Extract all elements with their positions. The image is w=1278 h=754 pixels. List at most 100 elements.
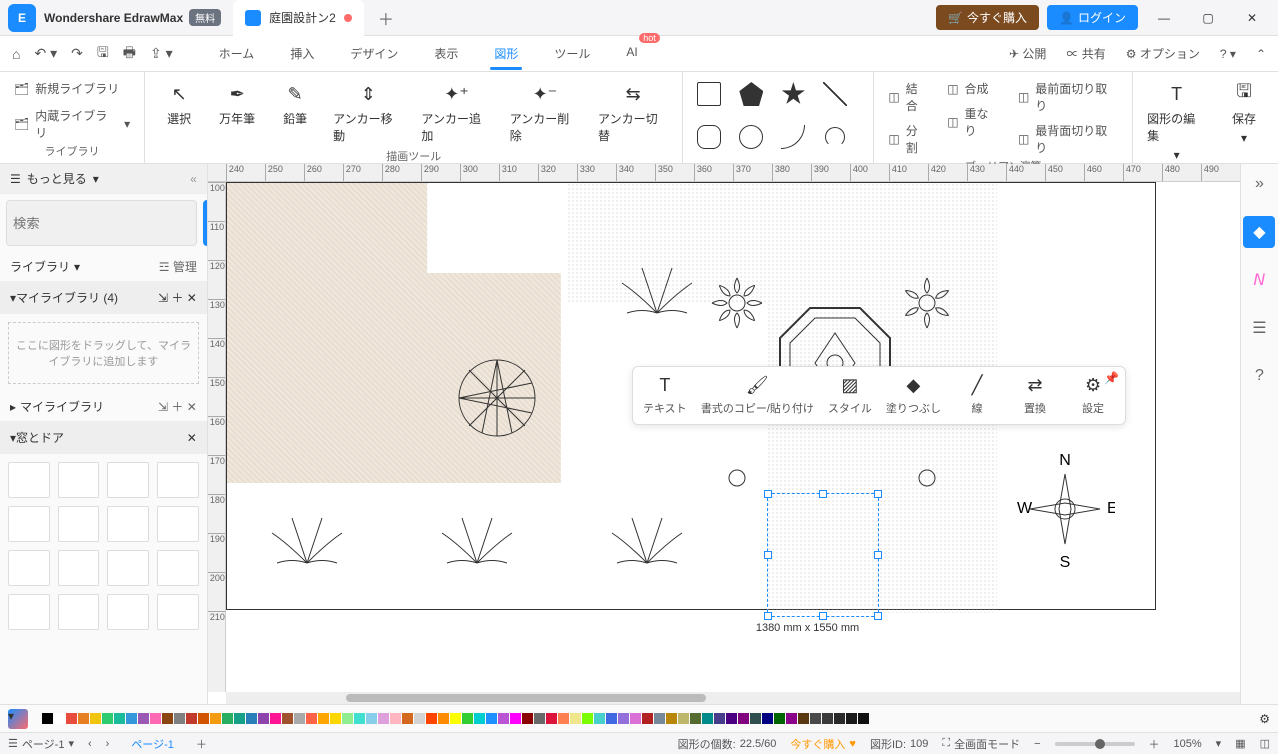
ft-fill-button[interactable]: ◆塗りつぶし	[886, 375, 941, 416]
shape-item[interactable]	[58, 550, 100, 586]
color-swatch[interactable]	[246, 713, 257, 724]
undo-icon[interactable]: ↶ ▾	[34, 45, 57, 62]
zoom-in-icon[interactable]: ＋	[1149, 736, 1160, 752]
palm-shape[interactable]	[617, 263, 697, 333]
fullscreen-button[interactable]: ⛶ 全画面モード	[942, 736, 1020, 752]
share-button[interactable]: ∝ 共有	[1066, 45, 1105, 62]
color-swatch[interactable]	[126, 713, 137, 724]
color-swatch[interactable]	[654, 713, 665, 724]
color-swatch[interactable]	[234, 713, 245, 724]
arc-tool-icon[interactable]	[781, 125, 805, 149]
flower-shape[interactable]	[897, 273, 957, 333]
shape-item[interactable]	[8, 506, 50, 542]
options-button[interactable]: ⚙ オプション	[1126, 45, 1200, 62]
color-swatch[interactable]	[450, 713, 461, 724]
color-swatch[interactable]	[102, 713, 113, 724]
color-swatch[interactable]	[294, 713, 305, 724]
pen-tool[interactable]: ✒万年筆	[213, 78, 261, 131]
anchor-move-tool[interactable]: ⇕アンカー移動	[329, 78, 407, 148]
palm-shape[interactable]	[607, 513, 687, 583]
color-swatch[interactable]	[162, 713, 173, 724]
color-swatch[interactable]	[582, 713, 593, 724]
library-row[interactable]: ライブラリ ▾ ☲ 管理	[0, 252, 207, 281]
minimize-button[interactable]: —	[1146, 4, 1182, 32]
add-page-icon[interactable]: ＋	[196, 736, 207, 752]
shape-item[interactable]	[157, 462, 199, 498]
color-swatch[interactable]	[846, 713, 857, 724]
rect-tool-icon[interactable]	[697, 82, 721, 106]
color-swatch[interactable]	[210, 713, 221, 724]
maximize-button[interactable]: ▢	[1190, 4, 1226, 32]
compass-shape[interactable]: NESW	[1015, 449, 1115, 569]
pentagon-tool-icon[interactable]	[739, 82, 763, 106]
line-tool-icon[interactable]	[823, 82, 847, 106]
help-panel-icon[interactable]: ?	[1243, 360, 1275, 392]
color-swatch[interactable]	[546, 713, 557, 724]
resize-handle[interactable]	[819, 490, 827, 498]
union-button[interactable]: ◫ 結合	[884, 78, 933, 116]
overlap-button[interactable]: ◫ 重なり	[943, 103, 1004, 141]
canvas[interactable]: NESW 1380 mm x 1550 mm	[226, 182, 1240, 692]
flower-shape[interactable]	[707, 273, 767, 333]
tab-insert[interactable]: 挿入	[286, 39, 318, 68]
layout-icon-2[interactable]: ◫	[1260, 737, 1270, 750]
shape-item[interactable]	[157, 550, 199, 586]
shape-item[interactable]	[107, 550, 149, 586]
color-swatch[interactable]	[810, 713, 821, 724]
color-swatch[interactable]	[378, 713, 389, 724]
resize-handle[interactable]	[874, 490, 882, 498]
color-swatch[interactable]	[354, 713, 365, 724]
color-swatch[interactable]	[498, 713, 509, 724]
resize-handle[interactable]	[874, 612, 882, 620]
layout-icon[interactable]: ▦	[1235, 737, 1245, 750]
color-swatch[interactable]	[114, 713, 125, 724]
anchor-delete-tool[interactable]: ✦⁻アンカー削除	[506, 78, 584, 148]
tab-design[interactable]: デザイン	[346, 39, 402, 68]
color-swatch[interactable]	[414, 713, 425, 724]
tab-view[interactable]: 表示	[430, 39, 462, 68]
sidebar-more-button[interactable]: ☰ もっと見る ▾ «	[0, 164, 207, 194]
mylib-section[interactable]: ▾ マイライブラリ (4)⇲ ＋ ✕	[0, 281, 207, 314]
flower-shape[interactable]	[897, 448, 957, 508]
color-swatch[interactable]	[66, 713, 77, 724]
ft-style-button[interactable]: ▨スタイル	[828, 375, 872, 416]
ai-panel-icon[interactable]: 𝘕	[1243, 264, 1275, 296]
star-tool-icon[interactable]	[781, 82, 805, 106]
color-swatch[interactable]	[486, 713, 497, 724]
zoom-slider[interactable]	[1055, 742, 1135, 746]
buy-now-link[interactable]: 今すぐ購入 ♥	[790, 736, 856, 752]
page-panel-icon[interactable]: ☰	[1243, 312, 1275, 344]
color-swatch[interactable]	[558, 713, 569, 724]
color-swatch[interactable]	[342, 713, 353, 724]
redo-icon[interactable]: ↷	[71, 45, 83, 62]
embedded-library-button[interactable]: 🗂 内蔵ライブラリ ▾	[10, 105, 134, 143]
roundrect-tool-icon[interactable]	[697, 125, 721, 149]
color-swatch[interactable]	[150, 713, 161, 724]
cut-front-button[interactable]: ◫ 最前面切り取り	[1014, 78, 1122, 116]
color-swatch[interactable]	[258, 713, 269, 724]
selection-box[interactable]	[767, 493, 879, 617]
export-icon[interactable]: ⇪ ▾	[150, 45, 173, 62]
shape-item[interactable]	[8, 462, 50, 498]
color-swatch[interactable]	[90, 713, 101, 724]
color-swatch[interactable]	[762, 713, 773, 724]
page-selector[interactable]: ☰ ページ-1 ▾	[8, 736, 74, 752]
resize-handle[interactable]	[764, 612, 772, 620]
tab-tool[interactable]: ツール	[550, 39, 594, 68]
ft-line-button[interactable]: ╱線	[955, 375, 999, 416]
color-swatch[interactable]	[534, 713, 545, 724]
shape-item[interactable]	[157, 506, 199, 542]
color-swatch[interactable]	[642, 713, 653, 724]
resize-handle[interactable]	[764, 551, 772, 559]
document-tab[interactable]: 庭園設計ン2	[233, 0, 364, 36]
save-button[interactable]: 🖫保存▾	[1220, 78, 1268, 149]
select-tool[interactable]: ↖選択	[155, 78, 203, 131]
shape-item[interactable]	[58, 594, 100, 630]
pencil-tool[interactable]: ✎鉛筆	[271, 78, 319, 131]
new-library-button[interactable]: 🗂 新規ライブラリ	[10, 78, 123, 99]
pin-icon[interactable]: 📌	[1104, 371, 1119, 385]
color-swatch[interactable]	[858, 713, 869, 724]
color-swatch[interactable]	[834, 713, 845, 724]
color-swatch[interactable]	[678, 713, 689, 724]
color-swatch[interactable]	[738, 713, 749, 724]
